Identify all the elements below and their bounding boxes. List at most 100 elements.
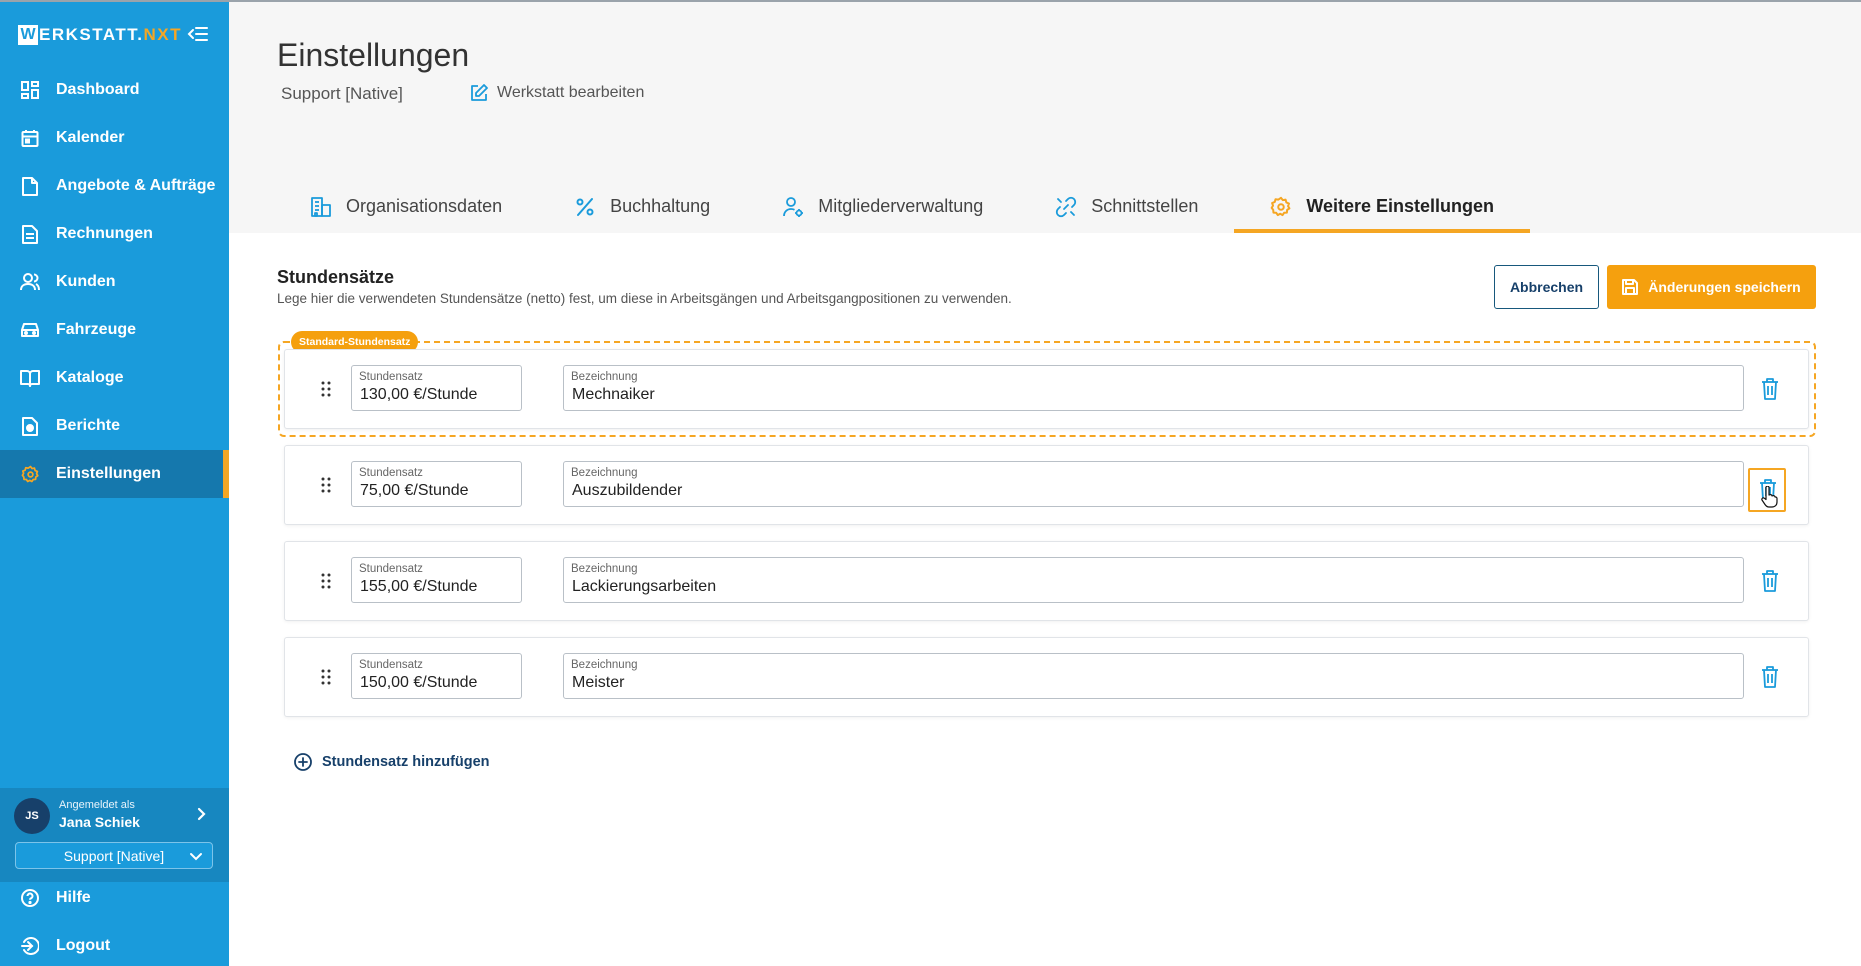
sidebar-item-reports[interactable]: Berichte [0,402,229,450]
page-title: Einstellungen [277,37,470,73]
add-hourly-rate-link[interactable]: Stundensatz hinzufügen [294,753,490,771]
tab-interfaces[interactable]: Schnittstellen [1019,180,1234,233]
edit-icon [470,84,488,102]
sidebar-item-label: Fahrzeuge [56,321,137,338]
mouse-cursor-icon [1760,485,1778,508]
sidebar-item-label: Kataloge [56,369,124,386]
users-icon [20,272,40,292]
drag-handle-icon[interactable] [321,380,331,398]
logout-icon [20,936,40,956]
field-value: 130,00 €/Stunde [360,386,478,403]
description-field[interactable]: Bezeichnung Lackierungsarbeiten [563,557,1744,603]
page-header: Einstellungen Support [Native] Werkstatt… [229,2,1861,233]
tab-members[interactable]: Mitgliederverwaltung [746,180,1019,233]
tab-label: Organisationsdaten [346,196,503,216]
tab-label: Weitere Einstellungen [1306,196,1495,216]
drag-handle-icon[interactable] [321,572,331,590]
field-label: Bezeichnung [571,659,638,671]
trash-icon[interactable] [1759,569,1781,593]
logo-mark: W [18,25,38,45]
sidebar-item-label: Berichte [56,417,121,434]
sidebar-item-settings[interactable]: Einstellungen [0,450,229,498]
percent-icon [574,196,596,218]
settings-tabs: Organisationsdaten Buchhaltung Mitgliede… [274,180,1530,233]
sidebar: W ERKSTATT.NXT Dashboard Kalender Angebo… [0,0,229,966]
sidebar-item-dashboard[interactable]: Dashboard [0,66,229,114]
drag-handle-icon[interactable] [321,476,331,494]
rate-row: Stundensatz 155,00 €/Stunde Bezeichnung … [284,541,1809,621]
document-icon [20,176,40,196]
user-gear-icon [782,196,804,218]
description-field[interactable]: Bezeichnung Auszubildender [563,461,1744,507]
hourly-rate-field[interactable]: Stundensatz 155,00 €/Stunde [351,557,522,603]
sidebar-item-label: Kalender [56,129,125,146]
gear-icon [1270,196,1292,218]
save-button-label: Änderungen speichern [1648,279,1801,295]
avatar: JS [14,798,50,834]
hourly-rate-field[interactable]: Stundensatz 150,00 €/Stunde [351,653,522,699]
sidebar-item-label: Rechnungen [56,225,153,242]
tab-accounting[interactable]: Buchhaltung [538,180,746,233]
sidebar-item-calendar[interactable]: Kalender [0,114,229,162]
rate-row: Stundensatz 75,00 €/Stunde Bezeichnung A… [284,445,1809,525]
field-value: 150,00 €/Stunde [360,674,478,691]
hourly-rate-field[interactable]: Stundensatz 75,00 €/Stunde [351,461,522,507]
organization-name: Support [Native] [281,84,403,103]
report-icon [20,416,40,436]
trash-icon[interactable] [1759,665,1781,689]
rate-row: Stundensatz 130,00 €/Stunde Bezeichnung … [284,349,1809,429]
tab-more-settings[interactable]: Weitere Einstellungen [1234,180,1530,233]
building-icon [310,196,332,218]
tab-label: Schnittstellen [1091,196,1199,216]
sidebar-item-invoices[interactable]: Rechnungen [0,210,229,258]
field-value: Meister [572,674,625,691]
sidebar-item-catalogs[interactable]: Kataloge [0,354,229,402]
description-field[interactable]: Bezeichnung Meister [563,653,1744,699]
sidebar-item-vehicles[interactable]: Fahrzeuge [0,306,229,354]
sidebar-item-customers[interactable]: Kunden [0,258,229,306]
save-button[interactable]: Änderungen speichern [1607,265,1816,309]
organization-select[interactable]: Support [Native] [15,842,213,869]
book-icon [20,368,40,388]
organization-select-value: Support [Native] [63,847,165,864]
sidebar-item-label: Logout [56,937,111,954]
trash-icon[interactable] [1759,377,1781,401]
link-icon [1055,196,1077,218]
field-label: Stundensatz [359,659,423,671]
sidebar-item-label: Einstellungen [56,465,161,482]
field-label: Bezeichnung [571,563,638,575]
field-value: 75,00 €/Stunde [360,482,469,499]
top-border [0,0,1861,2]
field-value: Auszubildender [572,482,683,499]
cancel-button[interactable]: Abbrechen [1494,265,1599,309]
sidebar-item-help[interactable]: Hilfe [0,874,229,922]
tab-organisation[interactable]: Organisationsdaten [274,180,538,233]
section-subtitle: Lege hier die verwendeten Stundensätze (… [277,291,1012,306]
sidebar-bottom-nav: Hilfe Logout [0,874,229,966]
sidebar-item-logout[interactable]: Logout [0,922,229,966]
add-hourly-rate-label: Stundensatz hinzufügen [322,754,490,770]
sidebar-nav: Dashboard Kalender Angebote & Aufträge R… [0,66,229,498]
user-panel[interactable]: JS Angemeldet als Jana Schiek Support [N… [0,788,229,882]
user-name: Jana Schiek [59,814,140,830]
chevron-down-icon [189,850,203,862]
app-logo[interactable]: W ERKSTATT.NXT [18,22,182,48]
field-label: Bezeichnung [571,467,638,479]
edit-workshop-link[interactable]: Werkstatt bearbeiten [470,84,644,102]
field-label: Bezeichnung [571,371,638,383]
save-icon [1622,279,1639,295]
drag-handle-icon[interactable] [321,668,331,686]
hourly-rate-field[interactable]: Stundensatz 130,00 €/Stunde [351,365,522,411]
field-value: Lackierungsarbeiten [572,578,717,595]
field-value: 155,00 €/Stunde [360,578,478,595]
field-label: Stundensatz [359,563,423,575]
chevron-right-icon[interactable] [195,804,209,824]
car-icon [20,320,40,340]
plus-circle-icon [294,753,312,771]
sidebar-item-offers[interactable]: Angebote & Aufträge [0,162,229,210]
sidebar-item-label: Hilfe [56,889,91,906]
help-icon [20,888,40,908]
collapse-sidebar-icon[interactable] [186,22,210,46]
rate-row: Stundensatz 150,00 €/Stunde Bezeichnung … [284,637,1809,717]
description-field[interactable]: Bezeichnung Mechnaiker [563,365,1744,411]
